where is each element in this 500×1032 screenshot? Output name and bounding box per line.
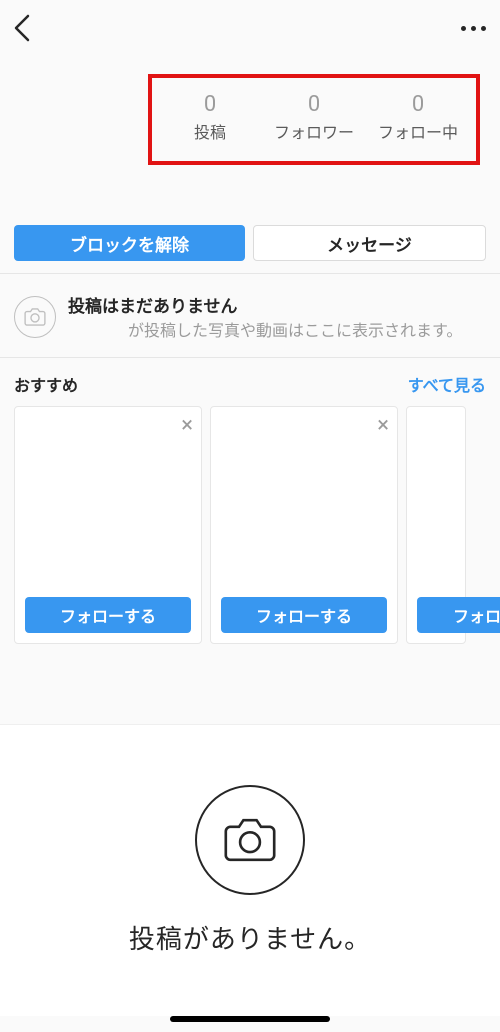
unblock-button[interactable]: ブロックを解除: [14, 225, 245, 261]
suggestions-title: おすすめ: [14, 372, 78, 396]
suggestion-card: × フォローする: [14, 406, 202, 644]
follow-button[interactable]: フォローする: [221, 597, 387, 633]
empty-posts-title: 投稿はまだありません: [68, 292, 486, 317]
suggestion-card: × フォローする: [210, 406, 398, 644]
no-posts-text: 投稿がありません。: [0, 919, 500, 956]
suggestion-cards: × フォローする × フォローする フォロ: [0, 406, 500, 664]
spacer: [0, 664, 500, 724]
camera-icon: [195, 785, 305, 895]
see-all-link[interactable]: すべて見る: [408, 372, 486, 396]
follow-button[interactable]: フォロ: [417, 597, 500, 633]
stat-posts[interactable]: 0 投稿: [158, 92, 262, 143]
back-button[interactable]: [14, 14, 30, 42]
suggestion-card: フォロ: [406, 406, 466, 644]
close-icon[interactable]: ×: [377, 415, 389, 437]
stat-posts-label: 投稿: [158, 119, 262, 143]
stat-posts-count: 0: [158, 92, 262, 117]
more-options-button[interactable]: [461, 26, 486, 31]
stat-following-count: 0: [366, 92, 470, 117]
stat-followers[interactable]: 0 フォロワー: [262, 92, 366, 143]
no-posts-section: 投稿がありません。: [0, 724, 500, 1016]
camera-icon: [14, 296, 56, 338]
close-icon[interactable]: ×: [181, 415, 193, 437]
stat-following[interactable]: 0 フォロー中: [366, 92, 470, 143]
profile-stats-highlight: 0 投稿 0 フォロワー 0 フォロー中: [148, 74, 480, 165]
follow-button[interactable]: フォローする: [25, 597, 191, 633]
stat-followers-label: フォロワー: [262, 119, 366, 143]
empty-posts-notice: 投稿はまだありません が投稿した写真や動画はここに表示されます。: [0, 274, 500, 357]
message-button[interactable]: メッセージ: [253, 225, 486, 261]
stat-following-label: フォロー中: [366, 119, 470, 143]
empty-posts-subtitle: が投稿した写真や動画はここに表示されます。: [68, 319, 486, 343]
stat-followers-count: 0: [262, 92, 366, 117]
home-indicator[interactable]: [170, 1016, 330, 1022]
